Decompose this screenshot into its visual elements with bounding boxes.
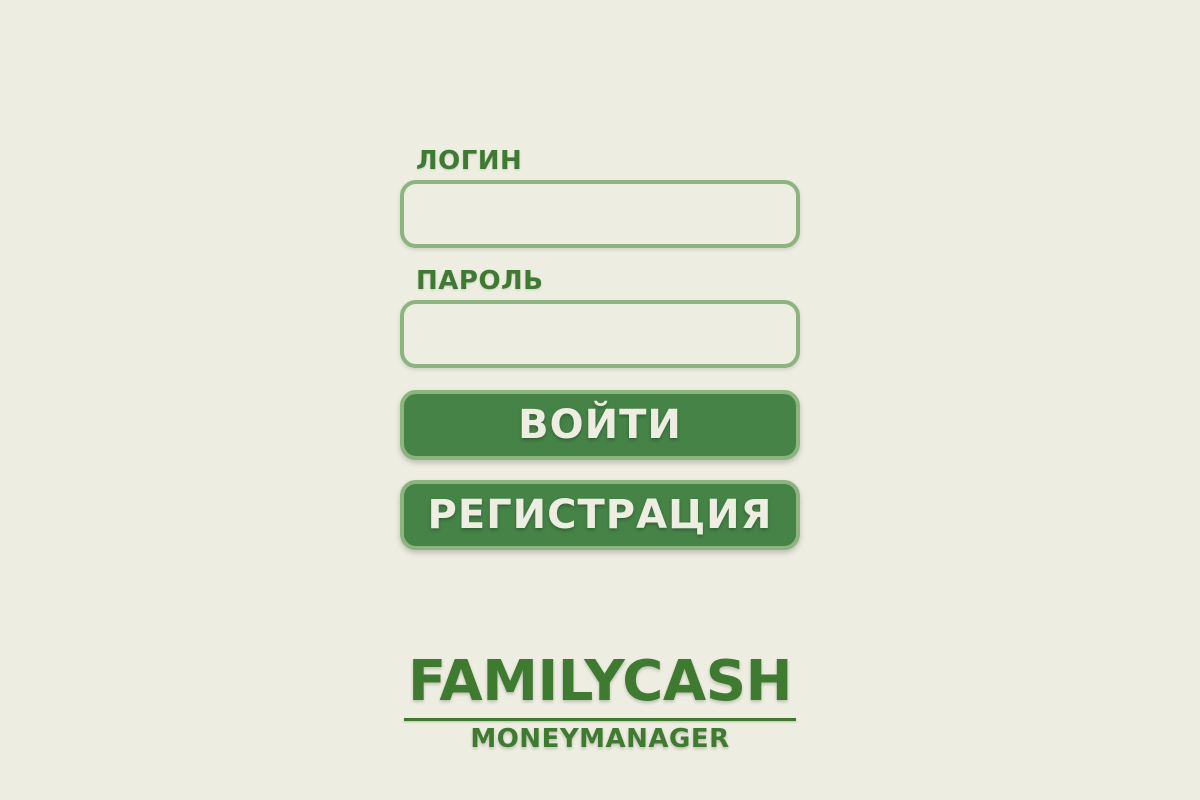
login-label: ЛОГИН	[416, 146, 523, 176]
password-input[interactable]	[400, 300, 800, 368]
logo-subtitle: MONEYMANAGER	[470, 724, 730, 754]
app-logo: FAMILYCASH MONEYMANAGER	[400, 650, 800, 757]
login-input[interactable]	[400, 180, 800, 248]
register-button[interactable]: РЕГИСТРАЦИЯ	[400, 480, 800, 550]
password-label: ПАРОЛЬ	[416, 266, 544, 296]
logo-title: FAMILYCASH	[408, 649, 792, 714]
login-button[interactable]: ВОЙТИ	[400, 390, 800, 460]
